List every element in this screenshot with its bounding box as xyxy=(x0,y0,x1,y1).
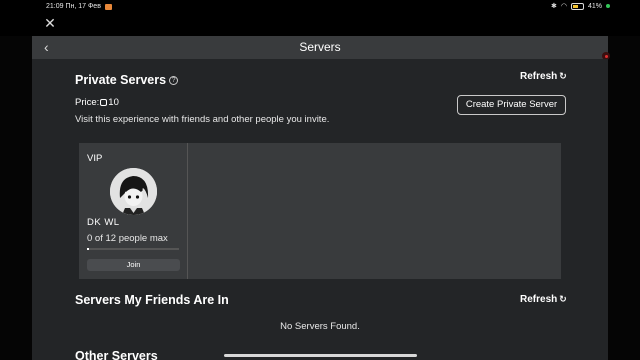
help-icon[interactable]: ? xyxy=(169,76,179,85)
no-servers-message: No Servers Found. xyxy=(280,321,360,332)
wifi-icon: ◠ xyxy=(560,3,567,10)
other-servers-title: Other Servers xyxy=(75,349,158,360)
join-button[interactable]: Join xyxy=(87,259,180,271)
page-header: ‹ Servers xyxy=(32,36,608,59)
status-right: ✱ ◠ 41% xyxy=(551,2,610,10)
private-servers-heading: Private Servers? xyxy=(75,73,179,87)
private-servers-title: Private Servers xyxy=(75,73,167,87)
friends-refresh-label: Refresh xyxy=(520,294,558,305)
server-occupancy: 0 of 12 people max xyxy=(87,233,168,244)
server-owner-names: DK WL xyxy=(87,217,120,228)
battery-icon xyxy=(570,2,584,10)
status-left: 21:09 Пн, 17 Фев xyxy=(46,3,112,10)
private-refresh-button[interactable]: Refresh ↻ xyxy=(520,71,567,82)
private-refresh-label: Refresh xyxy=(520,71,558,82)
price-line: Price: 10 xyxy=(75,97,119,108)
camera-icon xyxy=(104,3,112,10)
servers-content: Private Servers? Refresh ↻ Price: 10 Visit… xyxy=(32,59,608,360)
home-indicator[interactable] xyxy=(224,354,417,357)
battery-label: 41% xyxy=(587,2,602,10)
avatar-image xyxy=(110,168,157,215)
close-icon[interactable]: ✕ xyxy=(43,16,57,30)
server-card: VIP DK WL 0 of 12 people max Join xyxy=(79,143,188,279)
page-title: Servers xyxy=(299,40,341,54)
create-private-server-button[interactable]: Create Private Server xyxy=(457,95,566,115)
price-label: Price: xyxy=(75,97,100,108)
left-margin xyxy=(0,36,32,360)
refresh-icon: ↻ xyxy=(559,71,567,81)
status-time-date: 21:09 Пн, 17 Фев xyxy=(46,3,101,10)
occupancy-bar-fill xyxy=(87,248,89,250)
friends-refresh-button[interactable]: Refresh ↻ xyxy=(520,294,567,305)
friends-servers-title: Servers My Friends Are In xyxy=(75,293,229,307)
private-servers-description: Visit this experience with friends and o… xyxy=(75,114,330,125)
price-value: 10 xyxy=(108,97,119,108)
status-bar: 21:09 Пн, 17 Фев ✱ ◠ 41% xyxy=(0,0,640,14)
server-tag: VIP xyxy=(87,153,103,164)
private-servers-list: VIP DK WL 0 of 12 people max Join xyxy=(79,143,561,279)
occupancy-bar xyxy=(87,248,179,250)
avatar[interactable] xyxy=(110,168,157,215)
right-margin xyxy=(608,36,640,360)
robux-icon xyxy=(100,99,108,106)
mic-indicator-icon xyxy=(606,4,610,8)
bluetooth-icon: ✱ xyxy=(551,3,557,10)
refresh-icon: ↻ xyxy=(559,294,567,304)
